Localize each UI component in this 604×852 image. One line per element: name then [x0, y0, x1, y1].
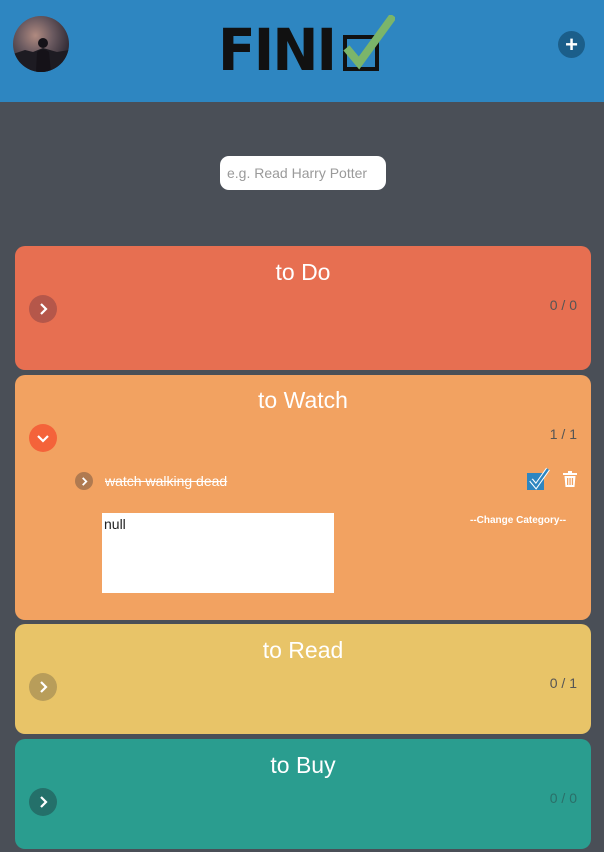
add-category-button[interactable]: +	[558, 31, 585, 58]
category-card-todo: to Do 0 / 0	[15, 246, 591, 370]
app-logo: FINI	[218, 13, 397, 84]
plus-icon: +	[565, 31, 578, 57]
chevron-right-icon[interactable]	[75, 472, 93, 490]
task-item: watch walking dead	[15, 467, 591, 496]
category-title: to Watch	[258, 387, 348, 413]
category-title: to Do	[275, 259, 331, 285]
new-task-input[interactable]	[220, 156, 386, 190]
category-count: 1 / 1	[549, 426, 577, 442]
task-text[interactable]: watch walking dead	[105, 473, 227, 489]
chevron-right-icon[interactable]	[29, 295, 57, 323]
chevron-right-icon[interactable]	[29, 788, 57, 816]
category-title: to Buy	[270, 752, 336, 778]
category-title: to Read	[262, 637, 344, 663]
trash-icon[interactable]	[563, 471, 577, 492]
category-card-read: to Read 0 / 1	[15, 624, 591, 734]
app-header: FINI +	[0, 0, 604, 102]
checked-box-icon[interactable]	[526, 467, 550, 496]
chevron-right-icon[interactable]	[29, 673, 57, 701]
checkbox-check-icon	[343, 13, 397, 78]
category-count: 0 / 1	[549, 675, 577, 691]
user-avatar[interactable]	[13, 16, 69, 72]
chevron-down-icon[interactable]	[29, 424, 57, 452]
task-notes-textarea[interactable]	[102, 513, 334, 593]
change-category-select[interactable]: --Change Category--	[470, 515, 566, 526]
logo-text: FINI	[218, 16, 337, 84]
category-card-buy: to Buy 0 / 0	[15, 739, 591, 849]
category-count: 0 / 0	[549, 790, 577, 806]
category-count: 0 / 0	[549, 297, 577, 313]
category-card-watch: to Watch 1 / 1 watch walking dead null -…	[15, 375, 591, 620]
